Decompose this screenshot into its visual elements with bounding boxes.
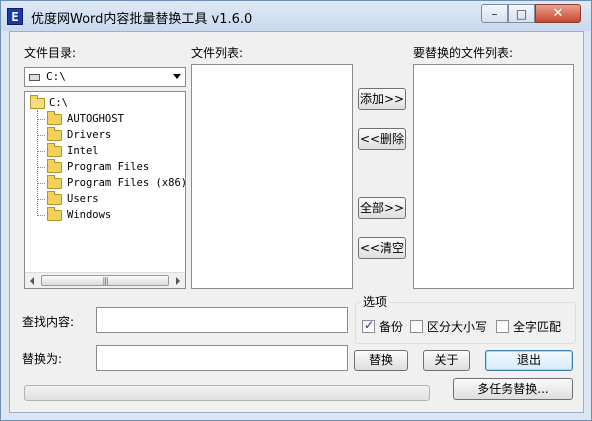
tree-item[interactable]: Users: [67, 191, 99, 207]
tree-connector: [37, 215, 45, 216]
drive-select[interactable]: C:\: [24, 67, 186, 87]
add-all-button[interactable]: 全部>>: [358, 197, 406, 219]
backup-checkbox[interactable]: 备份: [362, 318, 403, 335]
replace-list-label: 要替换的文件列表:: [413, 46, 514, 60]
folder-open-icon: [30, 95, 45, 109]
replace-input[interactable]: [96, 345, 348, 371]
find-label: 查找内容:: [22, 315, 75, 329]
tree-item[interactable]: Program Files: [67, 159, 149, 175]
whole-word-label: 全字匹配: [513, 320, 562, 334]
file-list[interactable]: [191, 64, 353, 289]
tree-root[interactable]: C:\: [49, 95, 68, 111]
tree-item[interactable]: Drivers: [67, 127, 111, 143]
drive-icon: [29, 74, 40, 81]
replace-file-list[interactable]: [413, 64, 574, 289]
checkbox-icon[interactable]: [496, 320, 509, 333]
folder-icon: [47, 111, 62, 125]
tree-connector: [37, 199, 45, 200]
folder-icon: [47, 127, 62, 141]
window-title: 优度网Word内容批量替换工具 v1.6.0: [31, 12, 253, 27]
tree-item[interactable]: Windows: [67, 207, 111, 223]
backup-label: 备份: [379, 320, 404, 334]
tree-item[interactable]: AUTOGHOST: [67, 111, 124, 127]
exit-button[interactable]: 退出: [485, 350, 573, 371]
minimize-button[interactable]: –: [481, 4, 508, 23]
app-icon: E: [7, 8, 23, 25]
minimize-icon: –: [491, 7, 498, 21]
maximize-button[interactable]: □: [508, 4, 535, 23]
checkbox-checked-icon[interactable]: [362, 318, 375, 333]
progress-bar: [24, 385, 430, 401]
multitask-replace-button[interactable]: 多任务替换...: [453, 378, 573, 400]
main-panel: 文件目录: 文件列表: 要替换的文件列表: C:\ C:\ AUTOGHOST …: [9, 31, 584, 413]
tree-connector: [37, 183, 45, 184]
tree-connector: [37, 119, 45, 120]
tree-connector: [37, 167, 45, 168]
delete-button[interactable]: <<删除: [358, 128, 406, 150]
checkbox-icon[interactable]: [410, 320, 423, 333]
folder-icon: [47, 143, 62, 157]
folder-icon: [47, 207, 62, 221]
add-button[interactable]: 添加>>: [358, 88, 406, 110]
whole-word-checkbox[interactable]: 全字匹配: [496, 318, 561, 335]
chevron-down-icon[interactable]: [173, 74, 181, 79]
directory-tree[interactable]: C:\ AUTOGHOST Drivers Intel Program File…: [24, 91, 186, 289]
scrollbar-thumb[interactable]: |||: [41, 275, 169, 286]
case-sensitive-label: 区分大小写: [427, 320, 488, 334]
replace-button[interactable]: 替换: [354, 350, 408, 371]
title-bar[interactable]: E 优度网Word内容批量替换工具 v1.6.0 – □ ✕: [1, 1, 591, 31]
options-title: 选项: [361, 293, 390, 310]
close-button[interactable]: ✕: [535, 4, 581, 23]
folder-icon: [47, 175, 62, 189]
close-icon: ✕: [552, 6, 564, 21]
scroll-right-icon[interactable]: [176, 277, 180, 285]
tree-connector: [37, 135, 45, 136]
app-window: E 优度网Word内容批量替换工具 v1.6.0 – □ ✕ 文件目录: 文件列…: [0, 0, 592, 421]
tree-item[interactable]: Intel: [67, 143, 99, 159]
replace-with-label: 替换为:: [22, 352, 63, 366]
scroll-left-icon[interactable]: [30, 277, 34, 285]
directory-label: 文件目录:: [24, 46, 77, 60]
maximize-icon: □: [515, 7, 528, 21]
tree-connector: [37, 151, 45, 152]
about-button[interactable]: 关于: [423, 350, 470, 371]
find-input[interactable]: [96, 307, 348, 333]
case-sensitive-checkbox[interactable]: 区分大小写: [410, 318, 487, 335]
folder-icon: [47, 159, 62, 173]
folder-icon: [47, 191, 62, 205]
file-list-label: 文件列表:: [191, 46, 244, 60]
drive-select-value: C:\: [46, 70, 66, 83]
window-controls: – □ ✕: [481, 4, 581, 24]
clear-button[interactable]: <<清空: [358, 237, 406, 259]
horizontal-scrollbar[interactable]: |||: [25, 272, 185, 288]
tree-item[interactable]: Program Files (x86): [67, 175, 185, 191]
